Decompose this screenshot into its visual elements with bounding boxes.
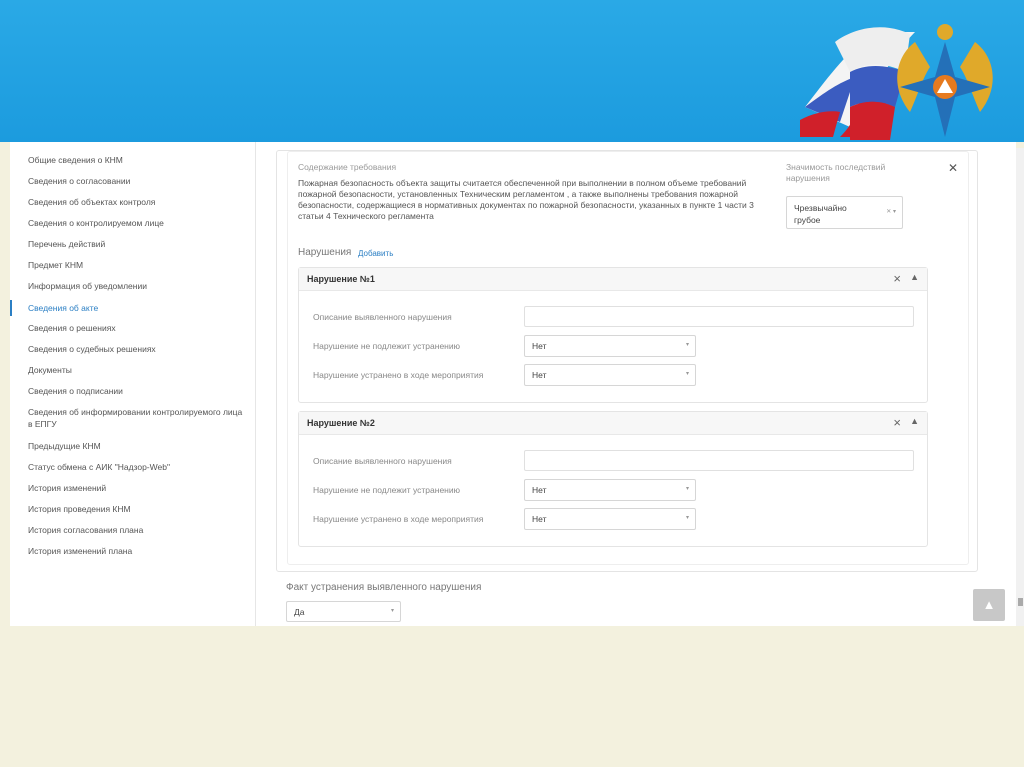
arrow-up-icon: ▲ [982,597,996,612]
violation-title-1: Нарушение №1 [307,274,375,284]
sidebar-item-exchange-status[interactable]: Статус обмена с АИК "Надзор-Web" [28,461,248,473]
sidebar-item-notification[interactable]: Информация об уведомлении [28,280,248,292]
caret-down-icon: ▾ [685,371,689,377]
chevron-up-icon[interactable]: ▲ [910,272,919,282]
requirement-label: Содержание требования [298,162,397,172]
eliminated-select-2[interactable]: Нет ▾ [524,508,696,530]
not-subject-label-1: Нарушение не подлежит устранению [313,341,460,351]
close-icon[interactable]: × [893,415,901,430]
clear-caret-icon: ✕ ▾ [886,209,896,215]
sidebar-item-court-decisions[interactable]: Сведения о судебных решениях [28,343,248,355]
fact-select[interactable]: Да ▾ [286,601,401,622]
close-icon[interactable]: × [893,271,901,286]
scroll-up-button[interactable]: ▲ [973,589,1005,621]
sidebar-item-approval[interactable]: Сведения о согласовании [28,175,248,187]
sidebar-item-plan-approval-history[interactable]: История согласования плана [28,524,248,536]
not-subject-value-1: Нет [532,341,547,351]
sidebar-item-decisions[interactable]: Сведения о решениях [28,322,248,334]
violation-header-1: Нарушение №1 × ▲ [299,268,927,291]
requirement-inner: Содержание требования Пожарная безопасно… [287,151,969,565]
sidebar-item-history[interactable]: История изменений [28,482,248,494]
add-violation-link[interactable]: Добавить [358,249,393,258]
caret-down-icon: ▾ [685,486,689,492]
eliminated-select-1[interactable]: Нет ▾ [524,364,696,386]
header-banner [0,0,1024,142]
caret-down-icon: ▾ [390,608,394,614]
caret-down-icon: ▾ [685,342,689,348]
sidebar-item-plan-history[interactable]: История изменений плана [28,545,248,557]
chevron-up-icon[interactable]: ▲ [910,416,919,426]
not-subject-label-2: Нарушение не подлежит устранению [313,485,460,495]
description-input-1[interactable] [524,306,914,327]
description-label-2: Описание выявленного нарушения [313,456,452,466]
sidebar-item-actions[interactable]: Перечень действий [28,238,248,250]
sidebar-item-control-objects[interactable]: Сведения об объектах контроля [28,196,248,208]
sidebar-item-epgu[interactable]: Сведения об информировании контролируемо… [28,406,243,430]
fact-value: Да [294,607,305,617]
eliminated-label-1: Нарушение устранено в ходе мероприятия [313,370,484,380]
sidebar-item-general[interactable]: Общие сведения о КНМ [28,154,248,166]
violation-title-2: Нарушение №2 [307,418,375,428]
sidebar-item-act[interactable]: Сведения об акте [28,302,248,314]
requirement-text: Пожарная безопасность объекта защиты счи… [298,178,754,221]
severity-label: Значимость последствий нарушения [786,162,886,183]
requirement-close-icon[interactable]: ✕ [948,161,958,175]
sidebar-item-signing[interactable]: Сведения о подписании [28,385,248,397]
sidebar-item-controlled-person[interactable]: Сведения о контролируемом лице [28,217,248,229]
violation-header-2: Нарушение №2 × ▲ [299,412,927,435]
active-indicator [10,300,12,316]
not-subject-select-1[interactable]: Нет ▾ [524,335,696,357]
sidebar-item-documents[interactable]: Документы [28,364,248,376]
description-input-2[interactable] [524,450,914,471]
severity-value: Чрезвычайно грубое [794,203,847,225]
scrollbar[interactable] [1016,148,1024,626]
eliminated-label-2: Нарушение устранено в ходе мероприятия [313,514,484,524]
eliminated-value-1: Нет [532,370,547,380]
content-area: Содержание требования Пожарная безопасно… [272,142,1016,626]
description-label-1: Описание выявленного нарушения [313,312,452,322]
not-subject-select-2[interactable]: Нет ▾ [524,479,696,501]
caret-down-icon: ▾ [685,515,689,521]
violation-card-2: Нарушение №2 × ▲ Описание выявленного на… [298,411,928,547]
severity-select[interactable]: Чрезвычайно грубое ✕ ▾ [786,196,903,229]
fact-label: Факт устранения выявленного нарушения [286,582,482,593]
sidebar-item-conduct-history[interactable]: История проведения КНМ [28,503,248,515]
requirement-card: Содержание требования Пожарная безопасно… [276,150,978,572]
scrollbar-thumb[interactable] [1018,598,1023,606]
app-window: Общие сведения о КНМ Сведения о согласов… [10,142,1016,626]
violations-title: Нарушения [298,247,352,258]
sidebar-item-previous[interactable]: Предыдущие КНМ [28,440,248,452]
eliminated-value-2: Нет [532,514,547,524]
emblem-flag-icon [800,24,993,140]
not-subject-value-2: Нет [532,485,547,495]
sidebar-item-subject[interactable]: Предмет КНМ [28,259,248,271]
violation-card-1: Нарушение №1 × ▲ Описание выявленного на… [298,267,928,403]
sidebar: Общие сведения о КНМ Сведения о согласов… [10,142,256,626]
